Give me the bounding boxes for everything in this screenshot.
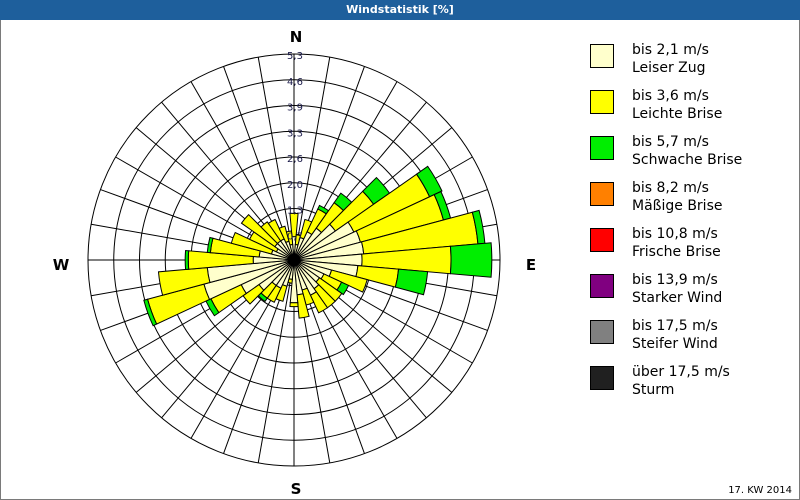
legend-label: bis 5,7 m/s Schwache Brise bbox=[632, 134, 743, 168]
legend-swatch bbox=[590, 136, 614, 160]
legend-swatch bbox=[590, 320, 614, 344]
legend-label: über 17,5 m/s Sturm bbox=[632, 364, 730, 398]
legend-swatch bbox=[590, 182, 614, 206]
sector-90-series-2 bbox=[449, 242, 493, 278]
radial-tick-labels: 0,7 1,3 2,0 2,6 3,3 3,9 4,6 5,3 bbox=[287, 51, 303, 242]
legend-swatch bbox=[590, 366, 614, 390]
radial-tick-label: 0,7 bbox=[287, 231, 303, 242]
legend-swatch bbox=[590, 228, 614, 252]
compass-s: S bbox=[291, 480, 302, 498]
legend-label: bis 17,5 m/s Steifer Wind bbox=[632, 318, 718, 352]
legend-label: bis 13,9 m/s Starker Wind bbox=[632, 272, 723, 306]
sector-270-series-2 bbox=[184, 249, 190, 271]
compass-w: W bbox=[53, 256, 70, 274]
center-hub bbox=[288, 254, 300, 266]
legend-swatch bbox=[590, 44, 614, 68]
legend-label: bis 2,1 m/s Leiser Zug bbox=[632, 42, 709, 76]
radial-tick-label: 2,6 bbox=[287, 154, 303, 165]
sector-180-series-1 bbox=[289, 302, 299, 308]
legend-label: bis 3,6 m/s Leichte Brise bbox=[632, 88, 723, 122]
radial-tick-label: 4,6 bbox=[287, 77, 303, 88]
wind-sectors bbox=[143, 165, 493, 327]
legend-swatch bbox=[590, 90, 614, 114]
compass-e: E bbox=[526, 256, 536, 274]
radial-tick-label: 5,3 bbox=[287, 51, 303, 62]
legend-label: bis 8,2 m/s Mäßige Brise bbox=[632, 180, 723, 214]
radial-tick-label: 3,3 bbox=[287, 128, 303, 139]
week-label: 17. KW 2014 bbox=[728, 485, 792, 496]
sector-100-series-2 bbox=[394, 268, 429, 296]
radial-tick-label: 2,0 bbox=[287, 180, 303, 191]
legend-label: bis 10,8 m/s Frische Brise bbox=[632, 226, 721, 260]
compass-n: N bbox=[290, 28, 303, 46]
radial-tick-label: 3,9 bbox=[287, 103, 303, 114]
radial-tick-label: 1,3 bbox=[287, 206, 303, 217]
legend-swatch bbox=[590, 274, 614, 298]
